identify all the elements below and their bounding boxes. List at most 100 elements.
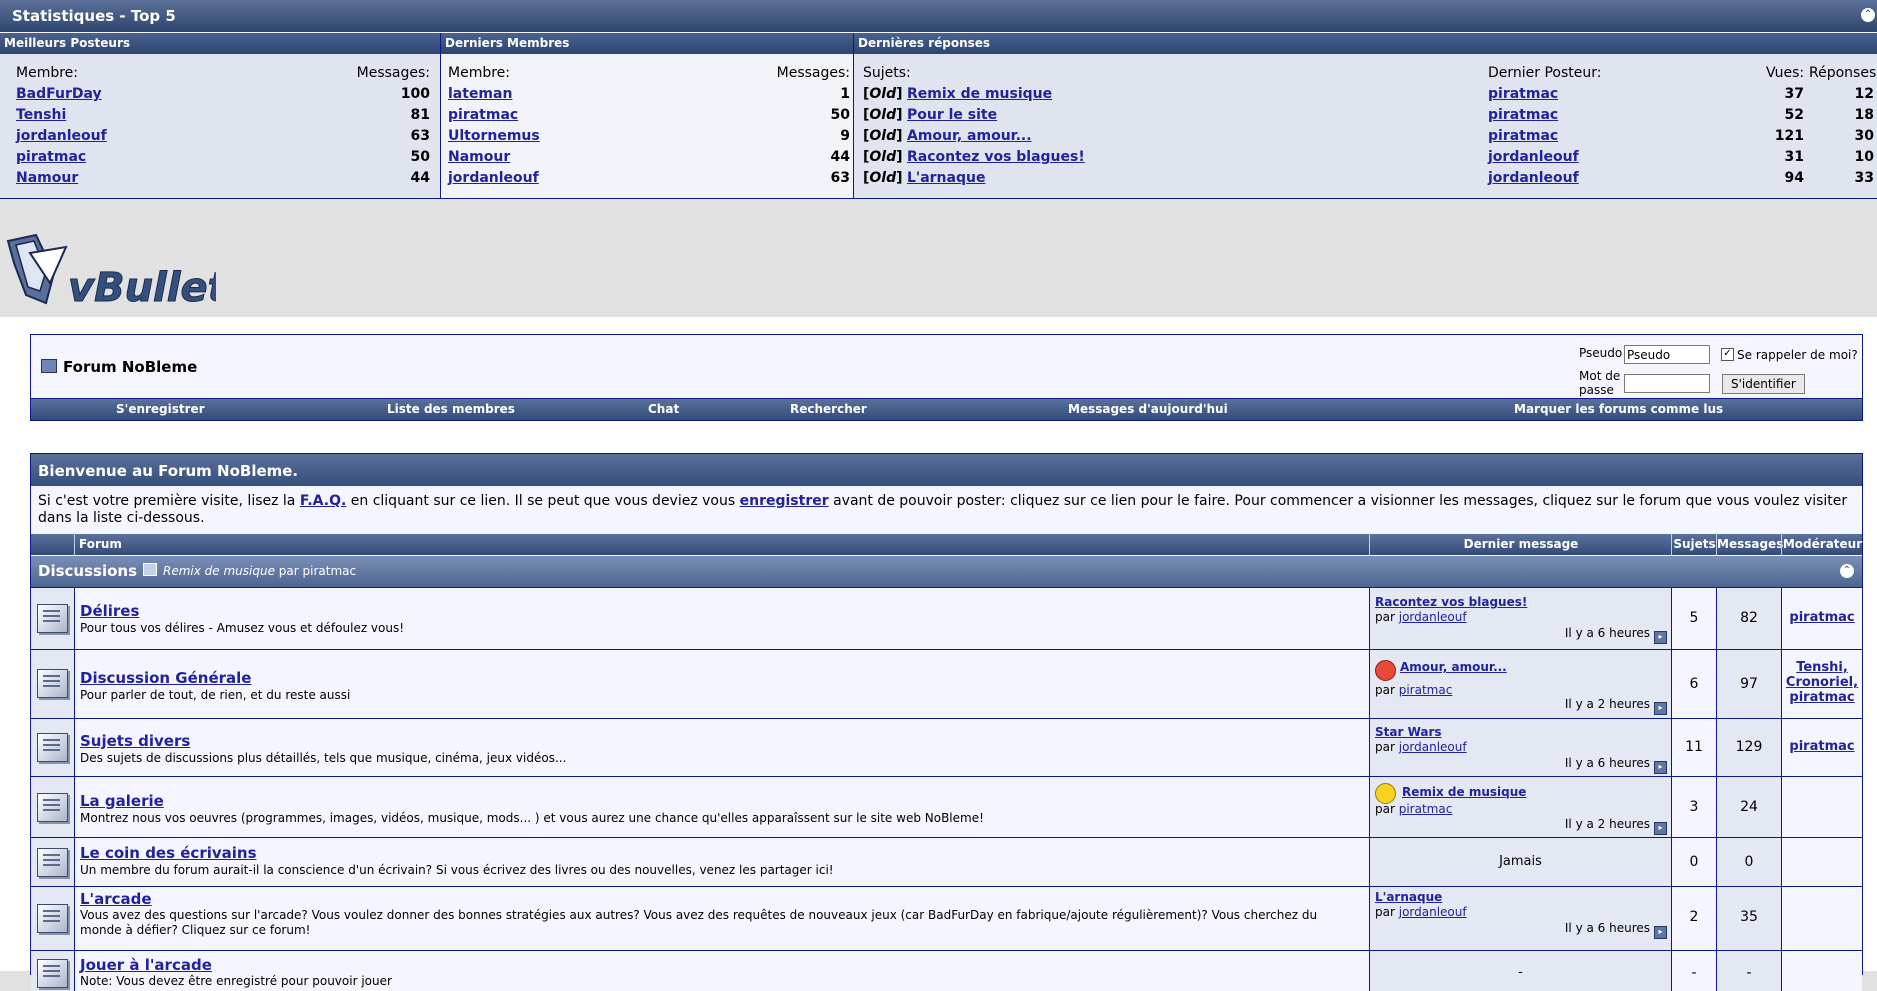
col-member-label: Membre: (448, 65, 510, 81)
vbulletin-logo[interactable]: vBulletin (6, 233, 269, 319)
last-post-time: Il y a 2 heures ▸ (1565, 817, 1667, 835)
prefix-close: ] (896, 170, 903, 186)
pseudo-input[interactable] (1624, 345, 1710, 364)
category-title[interactable]: Discussions - (38, 556, 148, 587)
nav-register-link[interactable]: S'enregistrer (116, 399, 205, 420)
subject-link[interactable]: Remix de musique (907, 86, 1052, 102)
nav-members-link[interactable]: Liste des membres (387, 399, 515, 420)
views-value: 121 (1774, 128, 1804, 144)
welcome-title: Bienvenue au Forum NoBleme. (31, 454, 1862, 486)
replies-count: 10 (1814, 147, 1874, 168)
forum-name-link[interactable]: Le coin des écrivains (80, 844, 257, 862)
member-link[interactable]: jordanleouf (448, 170, 539, 186)
moderator-link[interactable]: Tenshi, (1782, 660, 1862, 675)
category-last-subject[interactable]: Remix de musique (163, 564, 275, 578)
poster-link[interactable]: piratmac (1488, 128, 1558, 144)
last-post-title-link[interactable]: Remix de musique (1402, 785, 1526, 799)
last-post-author-link[interactable]: jordanleouf (1399, 905, 1467, 919)
member-link[interactable]: piratmac (448, 107, 518, 123)
last-post-by-label: par (1375, 683, 1395, 697)
last-post-by: par jordanleouf (1375, 905, 1467, 919)
subject-link[interactable]: Pour le site (907, 107, 997, 123)
last-post-author-link[interactable]: jordanleouf (1399, 740, 1467, 754)
member-link[interactable]: Namour (16, 170, 78, 186)
member-link[interactable]: Tenshi (16, 107, 66, 123)
forum-name-link[interactable]: Délires (80, 602, 139, 620)
collapse-icon[interactable]: ⌃ (1840, 564, 1854, 578)
login-button[interactable]: S'identifier (1722, 374, 1805, 394)
moderator-link[interactable]: piratmac (1782, 690, 1862, 705)
top-poster-row: Namour 44 (16, 168, 430, 189)
go-to-last-post-icon[interactable]: ▸ (1654, 822, 1667, 835)
forum-name-link[interactable]: Jouer à l'arcade (80, 956, 212, 974)
nav-chat-link[interactable]: Chat (648, 399, 679, 420)
replies-count: 18 (1814, 105, 1874, 126)
message-count: 50 (410, 149, 430, 165)
replies-count: 33 (1814, 168, 1874, 189)
member-link[interactable]: Ultornemus (448, 128, 540, 144)
last-post-author-link[interactable]: piratmac (1399, 802, 1453, 816)
member-link[interactable]: piratmac (16, 149, 86, 165)
subject-link[interactable]: L'arnaque (907, 170, 985, 186)
posts-cell: 82 (1716, 588, 1781, 650)
last-post-cell: Remix de musique par piratmac Il y a 2 h… (1369, 777, 1671, 838)
category-header: Discussions - Remix de musique par pirat… (31, 556, 1862, 587)
latest-member-row: Ultornemus 9 (448, 126, 850, 147)
subject-link[interactable]: Racontez vos blagues! (907, 149, 1085, 165)
forum-title-text: Forum NoBleme (63, 358, 198, 376)
forum-name-link[interactable]: L'arcade (80, 890, 152, 908)
member-link[interactable]: BadFurDay (16, 86, 102, 102)
forum-description: Note: Vous devez être enregistré pour po… (80, 974, 392, 988)
forum-title[interactable]: Forum NoBleme (41, 358, 197, 376)
nav-mark-read-link[interactable]: Marquer les forums comme lus (1514, 399, 1723, 420)
last-post-author-link[interactable]: piratmac (1399, 683, 1453, 697)
collapse-icon[interactable]: ⌃ (1861, 8, 1875, 22)
forum-name-link[interactable]: Sujets divers (80, 732, 190, 750)
member-link[interactable]: lateman (448, 86, 512, 102)
moderator-link[interactable]: Cronoriel, (1782, 675, 1862, 690)
faq-link[interactable]: F.A.Q. (300, 493, 346, 509)
last-post-title-link[interactable]: Racontez vos blagues! (1375, 595, 1527, 609)
moderator-link[interactable]: piratmac (1782, 610, 1862, 625)
register-link[interactable]: enregistrer (740, 493, 829, 509)
forum-status-cell (31, 951, 74, 991)
posts-cell: 129 (1716, 719, 1781, 777)
last-post-author-link[interactable]: jordanleouf (1399, 610, 1467, 624)
password-input[interactable] (1624, 374, 1710, 393)
go-to-last-post-icon[interactable]: ▸ (1654, 631, 1667, 644)
poster-link[interactable]: jordanleouf (1488, 170, 1579, 186)
last-post-by-label: par (1375, 740, 1395, 754)
last-post-title-link[interactable]: Star Wars (1375, 725, 1442, 739)
remember-checkbox[interactable]: ✓ (1721, 348, 1734, 361)
forum-row: Le coin des écrivains Un membre du forum… (31, 837, 1862, 887)
poster-link[interactable]: jordanleouf (1488, 149, 1579, 165)
topics-count: 0 (1689, 854, 1699, 870)
last-post-title-link[interactable]: Amour, amour... (1400, 660, 1507, 674)
last-post-title-link[interactable]: L'arnaque (1375, 890, 1442, 904)
old-prefix: Old (869, 107, 897, 123)
last-poster: jordanleouf (1488, 168, 1579, 189)
views-value: 52 (1784, 107, 1804, 123)
subject-link[interactable]: Amour, amour... (907, 128, 1032, 144)
nav-today-posts-link[interactable]: Messages d'aujourd'hui (1068, 399, 1228, 420)
latest-members-column: Derniers Membres Membre: Messages: latem… (441, 33, 853, 198)
go-to-last-post-icon[interactable]: ▸ (1654, 702, 1667, 715)
forum-name-link[interactable]: La galerie (80, 792, 164, 810)
member-link[interactable]: jordanleouf (16, 128, 107, 144)
member-link[interactable]: Namour (448, 149, 510, 165)
go-to-last-post-icon[interactable]: ▸ (1654, 926, 1667, 939)
poster-link[interactable]: piratmac (1488, 86, 1558, 102)
moderator-cell: piratmac (1781, 719, 1862, 777)
forum-row: Sujets divers Des sujets de discussions … (31, 718, 1862, 777)
go-to-last-post-icon[interactable]: ▸ (1654, 761, 1667, 774)
replies-value: 10 (1854, 149, 1874, 165)
col-member-label: Membre: (16, 65, 78, 81)
forum-name-link[interactable]: Discussion Générale (80, 669, 251, 687)
moderator-link[interactable]: piratmac (1782, 739, 1862, 754)
topics-count: - (1691, 965, 1697, 981)
posts-count: 82 (1740, 610, 1758, 626)
last-poster: jordanleouf (1488, 147, 1579, 168)
poster-link[interactable]: piratmac (1488, 107, 1558, 123)
moderator-cell (1781, 777, 1862, 838)
nav-search-link[interactable]: Rechercher (790, 399, 867, 420)
